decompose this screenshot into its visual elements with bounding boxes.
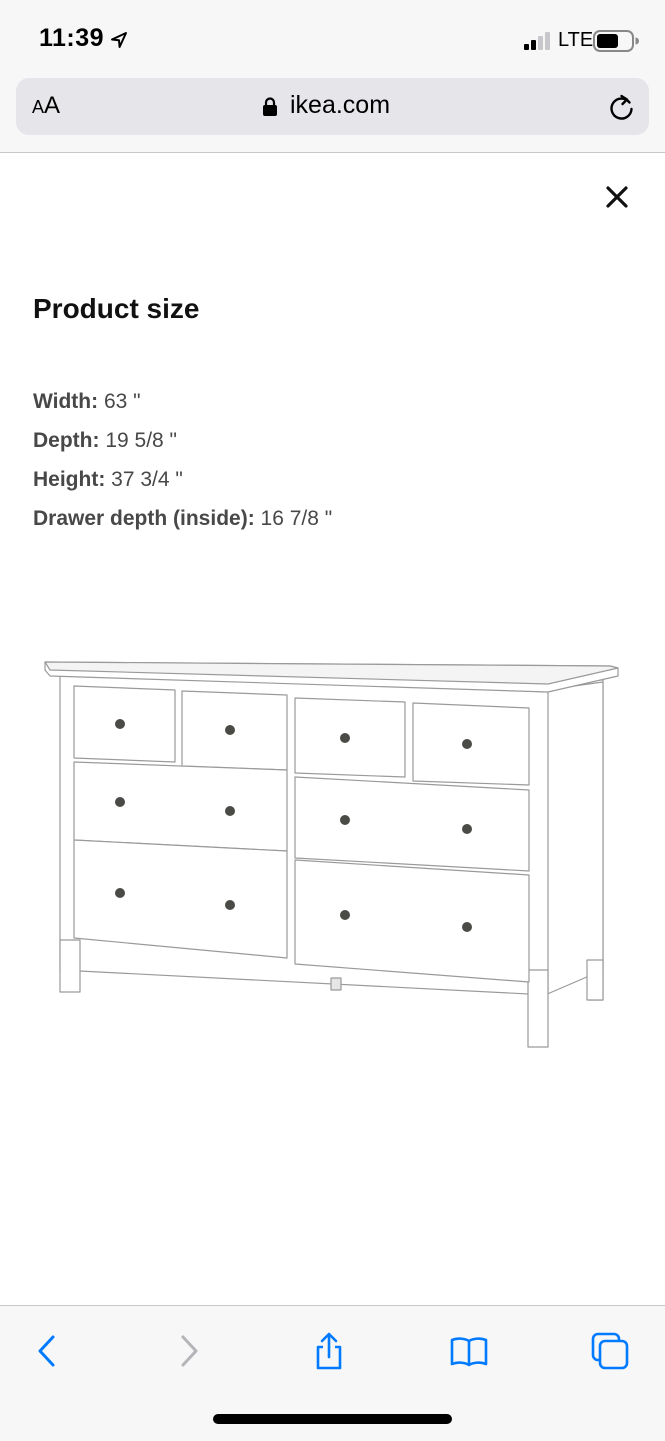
dimension-label: Drawer depth (inside): [33,507,255,530]
url-field[interactable]: AA ikea.com [16,78,649,135]
dimension-value: 63 " [98,390,141,413]
network-type: LTE [558,29,594,51]
tabs-button[interactable] [587,1328,633,1374]
back-button[interactable] [25,1328,71,1374]
forward-icon [181,1335,198,1367]
address-bar: AA ikea.com [0,78,665,153]
dimension-label: Width: [33,390,99,413]
dimension-value: 37 3/4 " [105,468,183,491]
share-button[interactable] [306,1328,352,1374]
bookmarks-icon [450,1337,488,1367]
status-bar: 11:39 LTE [0,0,665,78]
dimension-drawer-depth: Drawer depth (inside): 16 7/8 " [33,499,332,538]
tabs-icon [591,1332,629,1370]
battery-icon [593,30,639,52]
dresser-image [44,661,619,1048]
location-arrow-icon [111,32,127,48]
forward-button[interactable] [165,1328,211,1374]
close-icon[interactable] [600,180,634,214]
url-text[interactable]: ikea.com [290,91,390,120]
dimension-width: Width: 63 " [33,382,332,421]
dimension-label: Height: [33,468,106,491]
dimension-value: 19 5/8 " [99,429,178,452]
dimension-depth: Depth: 19 5/8 " [33,421,332,460]
dimension-value: 16 7/8 " [254,507,333,530]
back-icon [38,1335,55,1367]
dimensions-list: Width: 63 " Depth: 19 5/8 " Height: 37 3… [33,382,332,538]
reload-icon[interactable] [608,93,636,121]
reader-view-button[interactable]: AA [32,92,60,120]
modal-title: Product size [33,293,200,324]
lock-icon [263,97,277,116]
share-icon [316,1332,342,1370]
bookmarks-button[interactable] [446,1328,492,1374]
signal-bars-icon [524,32,550,50]
status-time: 11:39 [39,24,105,52]
dimension-height: Height: 37 3/4 " [33,460,332,499]
home-indicator [213,1414,452,1424]
dimension-label: Depth: [33,429,100,452]
